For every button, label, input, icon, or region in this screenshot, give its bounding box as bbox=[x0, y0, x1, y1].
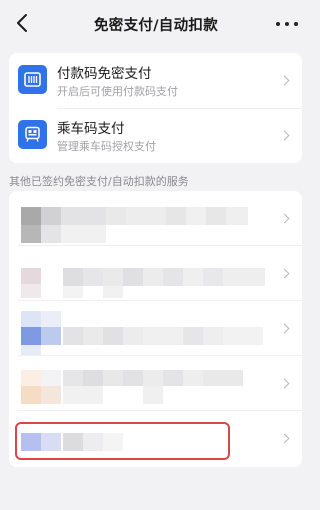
service-item[interactable] bbox=[9, 246, 302, 301]
more-button[interactable] bbox=[276, 16, 298, 32]
payment-options-card: 付款码免密支付 开启后可使用付款码支付 乘车码支付 管理乘车码授权支付 bbox=[9, 53, 302, 163]
chevron-right-icon bbox=[279, 213, 290, 224]
chevron-right-icon bbox=[279, 378, 290, 389]
transit-code-icon bbox=[18, 120, 47, 149]
payment-code-title: 付款码免密支付 bbox=[57, 66, 152, 82]
chevron-right-icon bbox=[279, 433, 290, 444]
back-button[interactable] bbox=[10, 10, 34, 36]
chevron-right-icon bbox=[279, 268, 290, 279]
transit-code-row[interactable]: 乘车码支付 管理乘车码授权支付 bbox=[9, 108, 302, 163]
service-item[interactable] bbox=[9, 191, 302, 246]
top-bar: 免密支付/自动扣款 bbox=[0, 0, 312, 48]
chevron-right-icon bbox=[279, 130, 290, 141]
highlight-box bbox=[15, 422, 230, 460]
chevron-right-icon bbox=[279, 75, 290, 86]
more-horizontal-icon bbox=[276, 22, 280, 26]
payment-code-row[interactable]: 付款码免密支付 开启后可使用付款码支付 bbox=[9, 53, 302, 109]
page-title: 免密支付/自动扣款 bbox=[94, 18, 218, 34]
transit-code-title: 乘车码支付 bbox=[57, 121, 125, 137]
section-label: 其他已签约免密支付/自动扣款的服务 bbox=[9, 175, 189, 188]
chevron-right-icon bbox=[279, 323, 290, 334]
transit-code-subtitle: 管理乘车码授权支付 bbox=[57, 140, 156, 153]
payment-code-subtitle: 开启后可使用付款码支付 bbox=[57, 85, 178, 98]
service-item[interactable] bbox=[9, 301, 302, 356]
chevron-left-icon bbox=[17, 14, 27, 32]
service-item[interactable] bbox=[9, 356, 302, 411]
payment-code-icon bbox=[18, 65, 47, 94]
